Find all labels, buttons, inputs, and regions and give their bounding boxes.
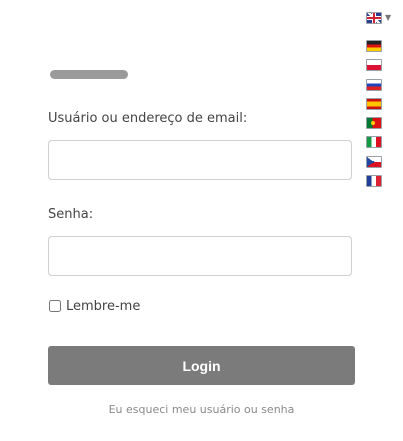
pt-flag-icon: [366, 117, 382, 130]
language-selector[interactable]: ▼: [366, 12, 391, 24]
password-input[interactable]: [48, 236, 352, 276]
gb-flag-icon: [366, 12, 382, 24]
language-option-pt[interactable]: [366, 117, 382, 130]
language-option-de[interactable]: [366, 40, 382, 52]
username-label: Usuário ou endereço de email:: [48, 111, 248, 126]
cz-flag-icon: [366, 155, 382, 168]
fr-flag-icon: [366, 175, 382, 188]
username-input[interactable]: [48, 140, 352, 180]
language-option-ru[interactable]: [366, 78, 382, 91]
login-button[interactable]: Login: [48, 346, 355, 385]
de-flag-icon: [366, 40, 382, 52]
remember-label: Lembre-me: [66, 298, 141, 314]
language-option-fr[interactable]: [366, 175, 382, 188]
password-label: Senha:: [48, 207, 94, 222]
language-option-es[interactable]: [366, 97, 382, 110]
it-flag-icon: [366, 136, 382, 149]
logo-placeholder: [50, 70, 128, 79]
forgot-password-link[interactable]: Eu esqueci meu usuário ou senha: [48, 403, 355, 416]
language-option-it[interactable]: [366, 136, 382, 149]
remember-checkbox[interactable]: [49, 300, 61, 312]
ru-flag-icon: [366, 78, 382, 91]
chevron-down-icon: ▼: [385, 13, 392, 22]
remember-me[interactable]: Lembre-me: [48, 298, 140, 314]
language-option-pl[interactable]: [366, 59, 382, 72]
language-option-cz[interactable]: [366, 155, 382, 168]
language-list: [366, 40, 382, 194]
es-flag-icon: [366, 97, 382, 110]
pl-flag-icon: [366, 59, 382, 72]
